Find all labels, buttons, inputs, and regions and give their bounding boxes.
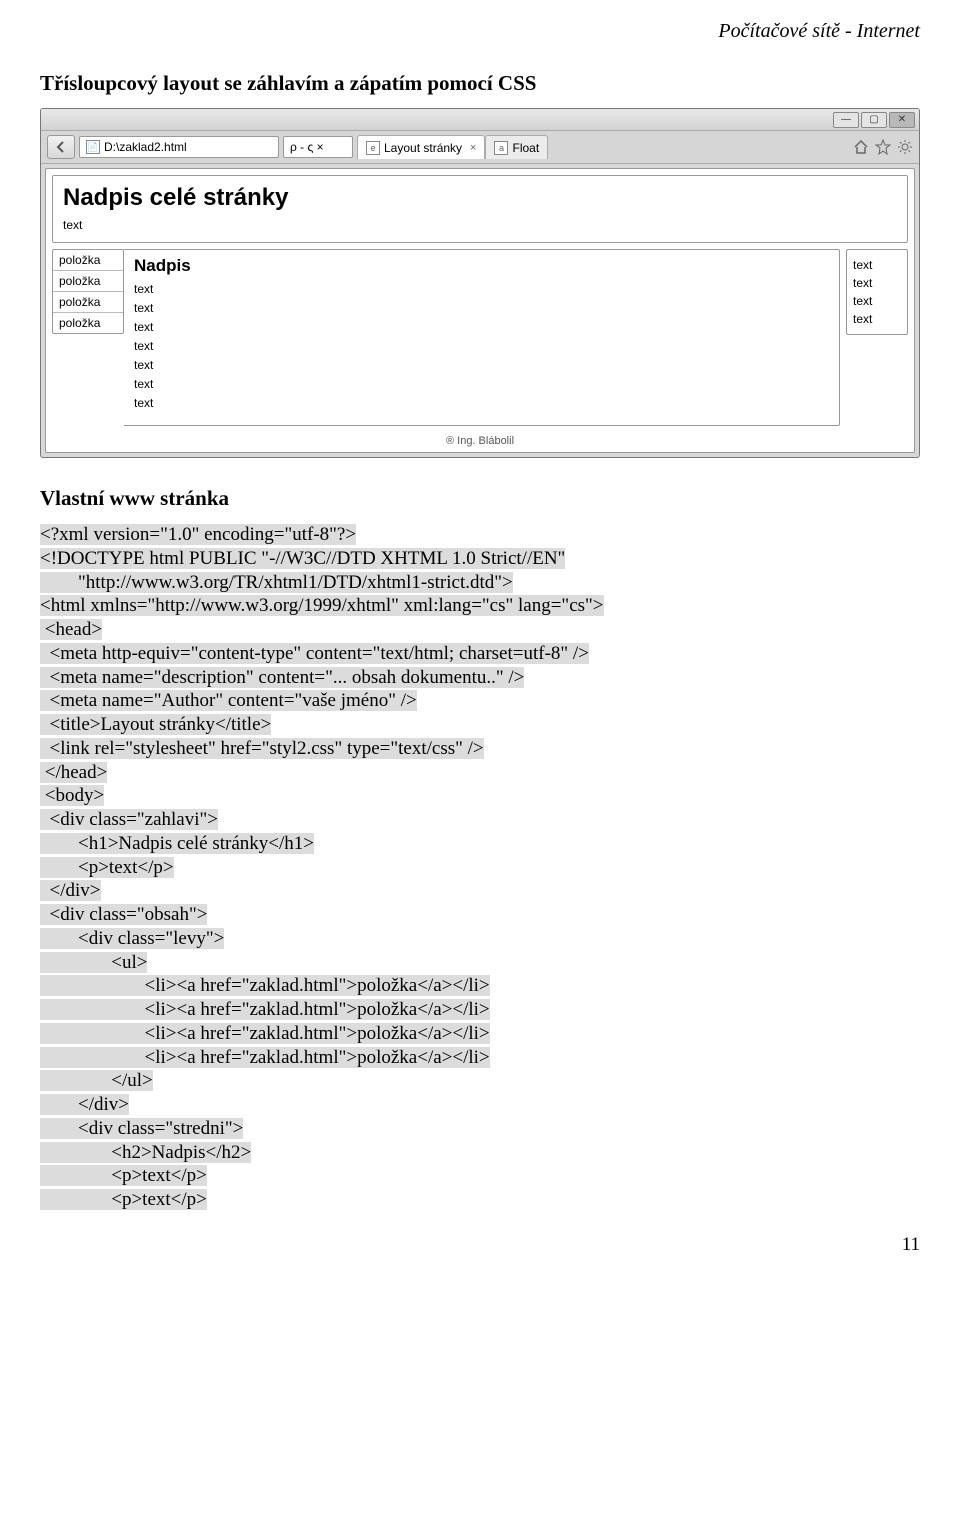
page-footer: ® Ing. Blábolil xyxy=(46,432,914,452)
mid-text: text xyxy=(134,282,829,296)
star-icon[interactable] xyxy=(875,139,891,155)
code-line: <html xmlns="http://www.w3.org/1999/xhtm… xyxy=(40,595,604,616)
code-line: <div class="stredni"> xyxy=(40,1118,243,1139)
code-line: <div class="zahlavi"> xyxy=(40,809,218,830)
code-line: <div class="levy"> xyxy=(40,928,224,949)
search-hint: ρ - ς × xyxy=(290,140,324,154)
tab-group: e Layout stránky × a Float xyxy=(357,135,548,159)
html-icon: a xyxy=(494,141,508,155)
code-line: <body> xyxy=(40,785,104,806)
sidebar-item[interactable]: položka xyxy=(53,292,123,313)
mid-text: text xyxy=(134,377,829,391)
back-button[interactable] xyxy=(47,135,75,159)
url-text: D:\zaklad2.html xyxy=(104,140,187,154)
mid-text: text xyxy=(134,301,829,315)
code-line: <li><a href="zaklad.html">položka</a></l… xyxy=(40,999,490,1020)
search-box[interactable]: ρ - ς × xyxy=(283,136,353,158)
sidebar-item[interactable]: položka xyxy=(53,313,123,333)
sidebar-item[interactable]: položka xyxy=(53,271,123,292)
mid-text: text xyxy=(134,358,829,372)
page-header-text: text xyxy=(63,218,897,232)
code-line: <meta name="Author" content="vaše jméno"… xyxy=(40,690,417,711)
code-line: <p>text</p> xyxy=(40,1189,207,1210)
close-icon[interactable]: × xyxy=(470,142,476,154)
page-header: Nadpis celé stránky text xyxy=(52,175,908,243)
ie-icon: e xyxy=(366,141,380,155)
code-line: <?xml version="1.0" encoding="utf-8"?> xyxy=(40,524,356,545)
code-line: <link rel="stylesheet" href="styl2.css" … xyxy=(40,738,484,759)
left-column: položka položka položka položka xyxy=(52,249,124,334)
mid-text: text xyxy=(134,396,829,410)
sidebar-item[interactable]: položka xyxy=(53,250,123,271)
maximize-button[interactable]: ▢ xyxy=(861,112,887,128)
code-line: <li><a href="zaklad.html">položka</a></l… xyxy=(40,1023,490,1044)
file-icon: 📄 xyxy=(86,140,100,154)
code-line: <meta http-equiv="content-type" content=… xyxy=(40,643,589,664)
right-column: text text text text xyxy=(846,249,908,335)
code-line: <head> xyxy=(40,619,102,640)
browser-window: — ▢ ✕ 📄 D:\zaklad2.html ρ - ς × e Layout… xyxy=(40,108,920,458)
code-line: </ul> xyxy=(40,1070,153,1091)
code-line: <li><a href="zaklad.html">položka</a></l… xyxy=(40,975,490,996)
code-line: <div class="obsah"> xyxy=(40,904,207,925)
url-box[interactable]: 📄 D:\zaklad2.html xyxy=(79,136,279,158)
page-columns: položka položka položka položka Nadpis t… xyxy=(52,249,908,426)
code-line: <p>text</p> xyxy=(40,857,174,878)
tab-label: Layout stránky xyxy=(384,141,462,155)
close-button[interactable]: ✕ xyxy=(889,112,915,128)
right-text: text xyxy=(853,312,901,326)
back-icon xyxy=(54,140,68,154)
running-header: Počítačové sítě - Internet xyxy=(40,20,920,43)
right-text: text xyxy=(853,294,901,308)
mid-heading: Nadpis xyxy=(134,256,829,276)
tab-layout[interactable]: e Layout stránky × xyxy=(357,135,485,159)
tab-float[interactable]: a Float xyxy=(485,135,548,159)
section-title: Třísloupcový layout se záhlavím a zápatí… xyxy=(40,71,920,96)
toolbar-right xyxy=(853,139,913,155)
code-line: <!DOCTYPE html PUBLIC "-//W3C//DTD XHTML… xyxy=(40,548,565,569)
right-text: text xyxy=(853,276,901,290)
code-block: <?xml version="1.0" encoding="utf-8"?> <… xyxy=(40,523,920,1212)
tab-label: Float xyxy=(512,141,539,155)
titlebar: — ▢ ✕ xyxy=(41,109,919,131)
home-icon[interactable] xyxy=(853,139,869,155)
page-title: Nadpis celé stránky xyxy=(63,184,897,212)
code-line: <meta name="description" content="... ob… xyxy=(40,667,524,688)
code-line: <h2>Nadpis</h2> xyxy=(40,1142,251,1163)
right-text: text xyxy=(853,258,901,272)
middle-column: Nadpis text text text text text text tex… xyxy=(124,249,840,426)
subsection-title: Vlastní www stránka xyxy=(40,486,920,511)
minimize-button[interactable]: — xyxy=(833,112,859,128)
page-number: 11 xyxy=(40,1234,920,1256)
code-line: <h1>Nadpis celé stránky</h1> xyxy=(40,833,314,854)
code-line: <title>Layout stránky</title> xyxy=(40,714,271,735)
code-line: "http://www.w3.org/TR/xhtml1/DTD/xhtml1-… xyxy=(40,572,513,593)
viewport: Nadpis celé stránky text položka položka… xyxy=(45,168,915,453)
code-line: <li><a href="zaklad.html">položka</a></l… xyxy=(40,1047,490,1068)
gear-icon[interactable] xyxy=(897,139,913,155)
code-line: </head> xyxy=(40,762,107,783)
code-line: </div> xyxy=(40,1094,129,1115)
code-line: <p>text</p> xyxy=(40,1165,207,1186)
mid-text: text xyxy=(134,320,829,334)
mid-text: text xyxy=(134,339,829,353)
code-line: </div> xyxy=(40,880,101,901)
address-row: 📄 D:\zaklad2.html ρ - ς × e Layout strán… xyxy=(41,131,919,164)
code-line: <ul> xyxy=(40,952,147,973)
